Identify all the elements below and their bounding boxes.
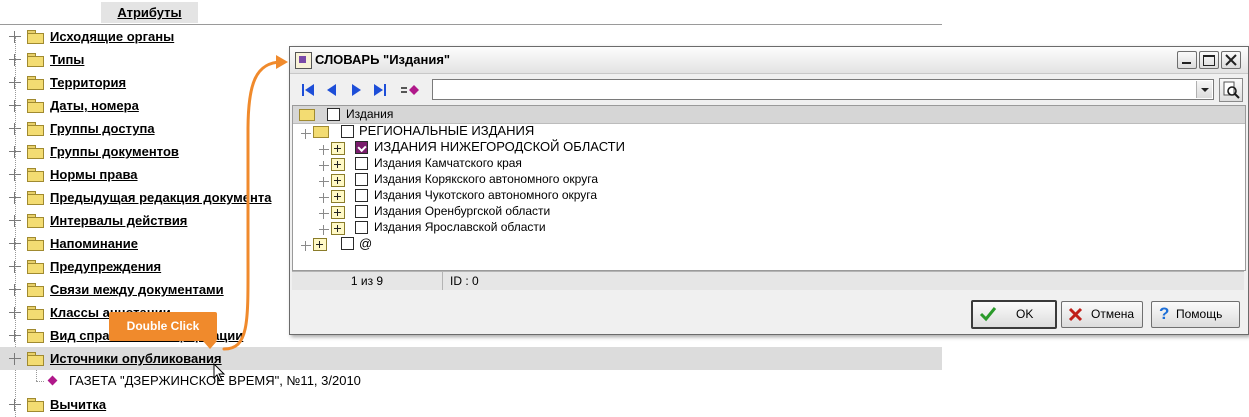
cancel-button[interactable]: Отмена — [1061, 301, 1143, 328]
plus-icon[interactable] — [331, 142, 345, 155]
first-record-button[interactable] — [300, 82, 316, 98]
help-icon: ? — [1159, 304, 1170, 323]
expand-icon[interactable] — [319, 225, 329, 235]
folder-icon — [27, 398, 44, 412]
record-position: 1 из 9 — [292, 272, 443, 290]
dialog-title: СЛОВАРЬ "Издания" — [315, 52, 451, 67]
tree-root-label: Издания — [346, 107, 394, 121]
close-button[interactable] — [1221, 51, 1241, 69]
tree-row-label: Издания Чукотского автономного округа — [374, 188, 598, 202]
plus-icon[interactable] — [331, 158, 345, 171]
double-click-callout: Double Click — [109, 312, 217, 349]
search-icon — [1223, 81, 1240, 99]
prev-icon — [327, 84, 336, 96]
checkbox[interactable] — [355, 173, 368, 186]
checkbox-checked[interactable] — [355, 141, 368, 154]
tree-row-label: ИЗДАНИЯ НИЖЕГОРОДСКОЙ ОБЛАСТИ — [374, 139, 625, 154]
help-button-label: Помощь — [1176, 307, 1223, 321]
checkbox[interactable] — [355, 189, 368, 202]
minimize-icon — [1182, 62, 1191, 64]
checkbox[interactable] — [355, 205, 368, 218]
maximize-button[interactable] — [1199, 51, 1219, 69]
expand-icon[interactable] — [319, 161, 329, 171]
minimize-button[interactable] — [1177, 51, 1197, 69]
folder-icon — [299, 109, 315, 121]
plus-icon[interactable] — [331, 222, 345, 235]
plus-icon[interactable] — [331, 206, 345, 219]
tree-row-label: Издания Корякского автономного округа — [374, 172, 599, 186]
tree-row-label: Издания Камчатского края — [374, 156, 522, 170]
dialog-toolbar — [292, 77, 1244, 103]
tree-child-item[interactable]: ГАЗЕТА "ДЗЕРЖИНСКОЕ ВРЕМЯ", №11, 3/2010 — [0, 370, 942, 392]
tree-guide-line — [36, 381, 44, 382]
help-button[interactable]: ? Помощь — [1151, 301, 1240, 328]
dictionary-tree: Издания РЕГИОНАЛЬНЫЕ ИЗДАНИЯ ИЗДАНИЯ НИЖ… — [292, 105, 1246, 271]
dialog-titlebar[interactable]: СЛОВАРЬ "Издания" — [290, 47, 1248, 74]
ok-button-label: OK — [1016, 307, 1034, 321]
tree-item[interactable]: Вычитка — [0, 393, 942, 416]
plus-icon[interactable] — [331, 174, 345, 187]
search-button[interactable] — [1219, 78, 1243, 102]
tree-guide-line — [36, 370, 37, 381]
tree-root-row[interactable]: Издания — [293, 106, 1245, 124]
checkbox[interactable] — [341, 237, 354, 250]
equals-diamond-icon — [401, 85, 419, 95]
expand-icon[interactable] — [9, 399, 21, 411]
annotation-arrow — [222, 55, 288, 351]
checkbox[interactable] — [355, 157, 368, 170]
tree-group-label: РЕГИОНАЛЬНЫЕ ИЗДАНИЯ — [359, 123, 535, 138]
maximize-icon — [1203, 55, 1215, 66]
tree-row-label: Издания Ярославской области — [374, 220, 546, 234]
next-record-button[interactable] — [348, 82, 364, 98]
check-icon — [979, 307, 997, 322]
tree-item-label[interactable]: Вычитка — [50, 397, 106, 412]
status-bar: 1 из 9 ID : 0 — [292, 271, 1244, 290]
record-id: ID : 0 — [450, 274, 479, 288]
plus-icon[interactable] — [313, 238, 327, 251]
collapse-icon[interactable] — [301, 129, 311, 139]
cancel-button-label: Отмена — [1091, 307, 1135, 321]
folder-open-icon — [313, 126, 329, 138]
ok-button[interactable]: OK — [971, 300, 1057, 329]
x-icon — [1068, 307, 1083, 322]
dictionary-dialog: СЛОВАРЬ "Издания" Издания РЕГИОНАЛЬНЫЕ И… — [289, 46, 1249, 335]
chevron-down-icon[interactable] — [1196, 81, 1212, 98]
checkbox[interactable] — [355, 221, 368, 234]
last-record-button[interactable] — [372, 82, 388, 98]
value-diamond-icon — [47, 375, 58, 386]
expand-icon[interactable] — [319, 193, 329, 203]
filter-combobox[interactable] — [432, 79, 1214, 100]
last-icon — [374, 84, 386, 96]
expand-icon[interactable] — [319, 177, 329, 187]
equals-filter-button[interactable] — [400, 82, 419, 98]
expand-icon[interactable] — [319, 145, 329, 155]
app-icon — [295, 52, 312, 69]
first-icon — [302, 84, 314, 96]
checkbox[interactable] — [327, 108, 340, 121]
checkbox[interactable] — [341, 125, 354, 138]
expand-icon[interactable] — [301, 241, 311, 251]
mouse-cursor-icon — [213, 363, 226, 382]
tree-row-label: @ — [359, 236, 373, 251]
tree-row-label: Издания Оренбургской области — [374, 204, 551, 218]
prev-record-button[interactable] — [324, 82, 340, 98]
plus-icon[interactable] — [331, 190, 345, 203]
close-icon — [1225, 54, 1237, 66]
expand-icon[interactable] — [319, 209, 329, 219]
next-icon — [352, 84, 361, 96]
